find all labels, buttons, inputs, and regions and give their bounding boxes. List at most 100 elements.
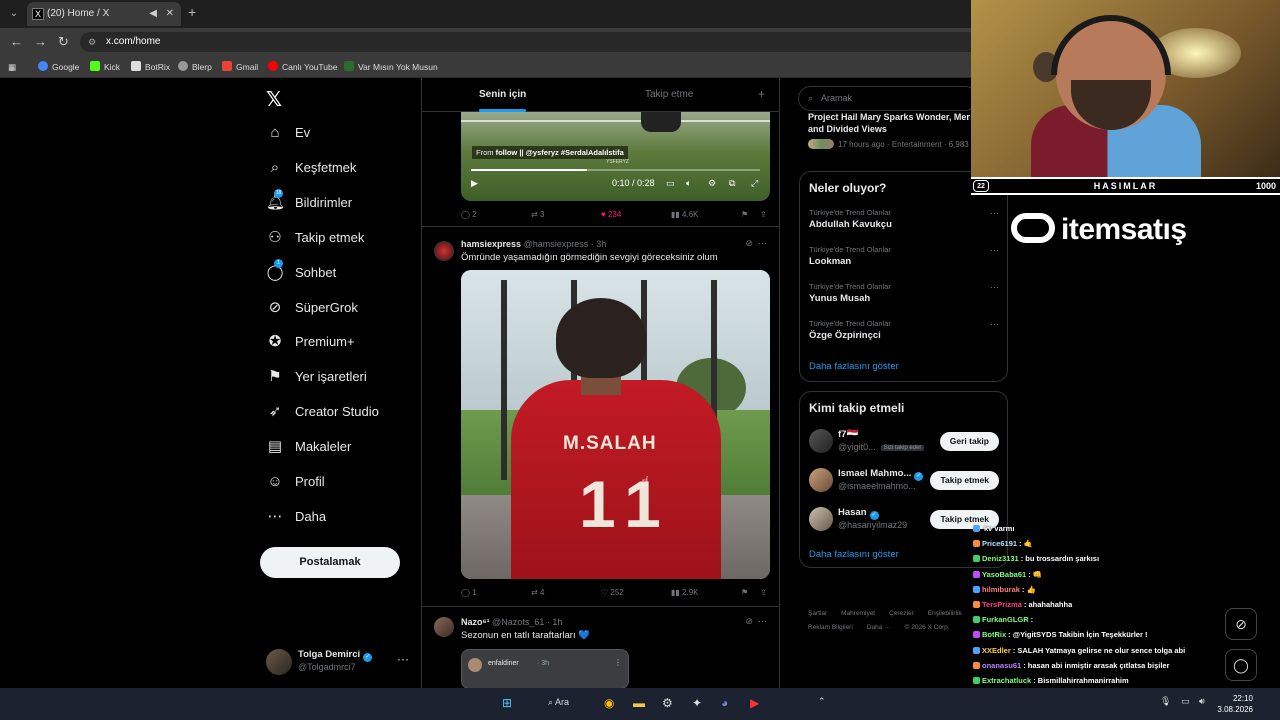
account-name[interactable]: Tolga Demirci ✓ (298, 649, 373, 662)
footer-link[interactable]: Reklam Bilgileri (808, 624, 853, 631)
search-input[interactable]: ⌕ Aramak (798, 86, 978, 111)
follow-suggestion[interactable]: Hasan ✓ @hasanyilmaz29 Takip etmek (809, 506, 999, 532)
apps-icon[interactable]: ▦ (8, 60, 16, 74)
avatar[interactable] (434, 241, 454, 261)
trend-item[interactable]: Türkiye'de Trend Olanlar Abdullah Kavukçu… (809, 208, 999, 230)
views-button[interactable]: ▮▮ 4.6K (671, 210, 699, 219)
trend-item[interactable]: Türkiye'de Trend Olanlar Özge Özpirinçci ·… (809, 319, 999, 341)
new-tab-button[interactable]: + (188, 4, 196, 20)
chat-bubble-icon[interactable]: ◯ (1225, 649, 1257, 681)
avatar[interactable] (266, 649, 292, 675)
reply-button[interactable]: ◯ 2 (461, 210, 477, 219)
chat-username[interactable]: BotRix (982, 630, 1006, 639)
bookmark-youtube[interactable]: Canlı YouTube (268, 60, 337, 74)
footer-link[interactable]: Çerezler (889, 610, 914, 617)
back-icon[interactable]: ← (10, 34, 23, 49)
speaker-icon[interactable]: ◀︎ (149, 2, 157, 26)
like-button[interactable]: ♥ 234 (601, 210, 621, 219)
steam-icon[interactable]: ⚙ (662, 696, 673, 710)
nav-item-creator-studio[interactable]: ➶ Creator Studio (266, 399, 426, 425)
fullscreen-icon[interactable]: ⤢ (751, 178, 758, 189)
trend-item[interactable]: Türkiye'de Trend Olanlar Lookman ··· (809, 245, 999, 267)
follow-suggestion[interactable]: f7🇪🇬 @yigit0... Sizi takip eder Geri takip (809, 428, 999, 454)
network-icon[interactable]: ▭ (1181, 696, 1190, 707)
bookmark-icon[interactable]: ⚑ (741, 588, 748, 597)
chat-username[interactable]: onanasu61 (982, 661, 1021, 670)
chat-username[interactable]: Extrachatluck (982, 676, 1031, 685)
nav-item-takip-etmek[interactable]: ⚇ Takip etmek (266, 225, 426, 251)
footer-link[interactable]: Mahremiyet (841, 610, 875, 617)
chat-username[interactable]: Deniz3131 (982, 554, 1019, 563)
bookmark-blerp[interactable]: Blerp (178, 60, 212, 74)
pip-icon[interactable]: ⧉ (729, 178, 735, 189)
media-icon[interactable]: ▶ (750, 696, 759, 710)
add-tab-icon[interactable]: + (758, 87, 765, 101)
nav-item-makaleler[interactable]: ▤ Makaleler (266, 434, 426, 460)
nav-item-profil[interactable]: ☺ Profil (266, 469, 426, 495)
nav-item-yer-işaretleri[interactable]: ⚑ Yer işaretleri (266, 364, 426, 390)
post-button[interactable]: Postalamak (260, 547, 400, 578)
news-title[interactable]: Project Hail Mary Sparks Wonder, Mer and… (808, 111, 978, 135)
tweet-menu-icon[interactable]: ⊘ ··· (745, 238, 767, 249)
x-logo-icon[interactable]: 𝕏 (266, 87, 282, 112)
chat-username[interactable]: Price6191 (982, 539, 1017, 548)
bookmark-botrix[interactable]: BotRix (131, 60, 170, 74)
nav-item-premium-[interactable]: ✪ Premium+ (266, 329, 426, 355)
tweet-menu-icon[interactable]: ⊘ ··· (745, 616, 767, 627)
taskbar-search[interactable]: ⌕ Ara (548, 697, 569, 708)
share-icon[interactable]: ⇪ (760, 210, 767, 219)
start-icon[interactable]: ⊞ (502, 696, 512, 710)
play-icon[interactable]: ▶ (471, 178, 478, 189)
retweet-button[interactable]: ⇄ 4 (531, 588, 544, 597)
share-icon[interactable]: ⇪ (760, 588, 767, 597)
tab-following[interactable]: Takip etme (645, 89, 693, 100)
show-more-follow-link[interactable]: Daha fazlasını göster (809, 549, 899, 560)
bookmark-var-misin[interactable]: Var Mısın Yok Musun (344, 60, 438, 74)
chat-username[interactable]: YasoBaba61 (982, 570, 1026, 579)
more-icon[interactable]: ··· (990, 208, 999, 218)
avatar[interactable] (434, 617, 454, 637)
trend-item[interactable]: Türkiye'de Trend Olanlar Yunus Musah ··· (809, 282, 999, 304)
extension-icon[interactable]: ⊘ (1225, 608, 1257, 640)
video-progress-bar[interactable] (471, 169, 760, 171)
nav-item-keşfetmek[interactable]: ⌕ Keşfetmek (266, 155, 426, 181)
chat-username[interactable]: XXEdler (982, 646, 1011, 655)
avatar[interactable] (809, 468, 833, 492)
chat-username[interactable]: TersPrizma (982, 600, 1022, 609)
mic-icon[interactable]: 🎙︎ (1160, 696, 1171, 707)
tweet-image[interactable]: M.SALAH 11 ☝ (461, 270, 770, 579)
avatar[interactable] (809, 429, 833, 453)
more-icon[interactable]: ··· (990, 245, 999, 255)
chat-username[interactable]: hilmiburak (982, 585, 1020, 594)
bookmark-kick[interactable]: Kick (90, 60, 120, 74)
browser-tab[interactable]: X (20) Home / X ◀︎ ✕ (27, 2, 181, 26)
follow-suggestion[interactable]: Ismael Mahmo... ✓ @ismaeelmahmo... Takip et… (809, 467, 999, 493)
timeline[interactable]: Senin için Takip etme + From follow || @… (421, 78, 780, 688)
bookmark-icon[interactable]: ⚑ (741, 210, 748, 219)
more-icon[interactable]: ··· (990, 282, 999, 292)
footer-link[interactable]: Şartlar (808, 610, 827, 617)
footer-link[interactable]: © 2026 X Corp. (905, 624, 950, 631)
settings-icon[interactable]: ⚙ (708, 178, 716, 189)
more-icon[interactable]: ⋮ (614, 658, 622, 667)
like-button[interactable]: ♡ 252 (601, 588, 624, 597)
tray-chevron-icon[interactable]: ⌃ (818, 696, 826, 707)
site-info-icon[interactable]: ⚙ (88, 32, 96, 52)
quoted-tweet[interactable]: enfaldiner · 3h ⋮ (461, 649, 629, 688)
tweet-video[interactable]: From follow || @ysferyz #SerdalAdalıİsti… (461, 112, 770, 201)
tweet[interactable]: hamsiexpress @hamsiexpress · 3h ⊘ ··· Öm… (422, 226, 779, 606)
account-menu-icon[interactable]: ··· (397, 652, 409, 666)
app-icon[interactable]: ✦ (692, 696, 702, 710)
captions-icon[interactable]: ▭ (666, 178, 675, 189)
forward-icon[interactable]: → (34, 34, 47, 49)
tab-for-you[interactable]: Senin için (479, 89, 527, 112)
bookmark-gmail[interactable]: Gmail (222, 60, 258, 74)
nav-item-bildirimler[interactable]: 🔔︎ 18 Bildirimler (266, 188, 426, 216)
retweet-button[interactable]: ⇄ 3 (531, 210, 544, 219)
tab-search-icon[interactable]: ⌄ (6, 6, 22, 22)
discord-icon[interactable]: ◕ (721, 696, 728, 710)
nav-item-daha[interactable]: ⋯ Daha (266, 504, 426, 530)
taskbar-clock[interactable]: 22:10 3.08.2026 (1217, 693, 1253, 715)
nav-item-sohbet[interactable]: ◯ 1 Sohbet (266, 258, 426, 286)
follow-button[interactable]: Geri takip (939, 432, 999, 451)
